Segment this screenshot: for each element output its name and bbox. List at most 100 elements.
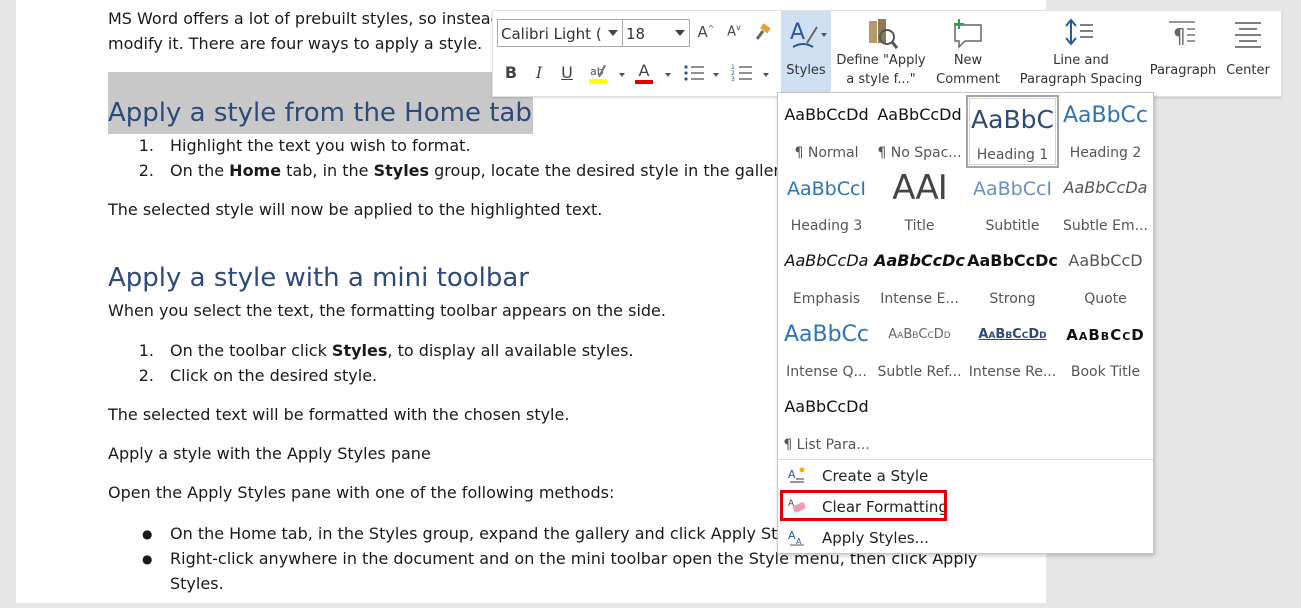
- font-name-value: Calibri Light (H: [501, 25, 601, 43]
- style-quote[interactable]: AaBbCcD Quote: [1059, 241, 1152, 314]
- list-number: 2.: [138, 161, 154, 180]
- style-name: Emphasis: [792, 291, 861, 307]
- paragraph-button[interactable]: ¶ Paragraph: [1149, 11, 1217, 95]
- style-subtitle[interactable]: AaBbCcI Subtitle: [966, 168, 1059, 241]
- style-name: Title: [904, 218, 935, 234]
- style-name: Heading 3: [790, 218, 863, 234]
- intro-line-1: MS Word offers a lot of prebuilt styles,…: [108, 9, 501, 28]
- line-spacing-icon: [1065, 18, 1093, 46]
- italic-button[interactable]: I: [531, 63, 547, 82]
- style-name: Subtle Em...: [1063, 218, 1148, 234]
- font-size-combo[interactable]: 18: [622, 19, 690, 47]
- center-label: Center: [1226, 63, 1270, 78]
- list-item-2: On the Home tab, in the Styles group, lo…: [170, 161, 817, 180]
- style-strong[interactable]: AaBbCcDc Strong: [966, 241, 1059, 314]
- paragraph-mini-toolbar: When you select the text, the formatting…: [108, 301, 666, 320]
- style-emphasis[interactable]: AaBbCcDa Emphasis: [780, 241, 873, 314]
- apply-styles-menu-item[interactable]: A A Apply Styles...: [780, 523, 1150, 551]
- define-style-button[interactable]: Define "Apply a style f...": [835, 11, 927, 95]
- numbering-icon[interactable]: 1 2 3: [731, 63, 753, 83]
- style-heading-1[interactable]: AaBbC Heading 1: [966, 95, 1059, 168]
- style-subtle-emphasis[interactable]: AaBbCcDa Subtle Em...: [1059, 168, 1152, 241]
- paragraph-formatted: The selected text will be formatted with…: [108, 405, 570, 424]
- style-heading-3[interactable]: AaBbCcI Heading 3: [780, 168, 873, 241]
- style-title[interactable]: AAI Title: [873, 168, 966, 241]
- underline-button[interactable]: U: [559, 63, 575, 82]
- style-subtle-reference[interactable]: AaBbCcDd Subtle Ref...: [873, 314, 966, 387]
- svg-text:A: A: [790, 20, 805, 45]
- style-intense-quote[interactable]: AaBbCc Intense Q...: [780, 314, 873, 387]
- create-style-icon: A: [788, 467, 805, 483]
- menu-divider: [778, 459, 1153, 460]
- style-name: Heading 1: [976, 147, 1049, 163]
- svg-text:A: A: [788, 468, 796, 481]
- bold-button[interactable]: B: [503, 63, 519, 82]
- chevron-down-icon[interactable]: [665, 73, 671, 77]
- bullets-icon[interactable]: [683, 63, 705, 83]
- chevron-down-icon: [675, 30, 685, 36]
- styles-gallery: AaBbCcDd ¶ Normal AaBbCcDd ¶ No Spac... …: [777, 92, 1154, 554]
- apply-styles-icon: A A: [788, 529, 804, 546]
- svg-text:¶: ¶: [1173, 24, 1186, 48]
- style-name: Strong: [989, 291, 1036, 307]
- list-item-1: Highlight the text you wish to format.: [170, 136, 471, 155]
- new-comment-label-1: New: [953, 53, 983, 68]
- style-normal[interactable]: AaBbCcDd ¶ Normal: [780, 95, 873, 168]
- create-style-menu-item[interactable]: A Create a Style: [780, 461, 1150, 489]
- list-number: 1.: [138, 341, 154, 360]
- bullet-item-1: On the Home tab, in the Styles group, ex…: [170, 524, 810, 543]
- chevron-down-icon[interactable]: [763, 73, 769, 77]
- new-comment-button[interactable]: New Comment: [929, 11, 1007, 95]
- style-name: Subtitle: [985, 218, 1040, 234]
- style-name: Intense E...: [880, 291, 959, 307]
- style-name: Book Title: [1070, 364, 1141, 380]
- grow-font-button[interactable]: A^: [697, 23, 715, 41]
- style-sample: AaBbCcDd: [784, 397, 869, 416]
- mini-toolbar: Calibri Light (H 18 A^ Av B I U ab A 1 2…: [492, 10, 1282, 97]
- new-comment-label-2: Comment: [936, 72, 1000, 87]
- styles-label: Styles: [786, 63, 826, 78]
- format-painter-icon[interactable]: [751, 23, 773, 43]
- chevron-down-icon[interactable]: [713, 73, 719, 77]
- style-sample: AaBbCcDd: [978, 327, 1047, 342]
- highlight-color-button[interactable]: ab: [587, 61, 609, 85]
- center-button[interactable]: Center: [1219, 11, 1277, 95]
- paragraph-label: Paragraph: [1149, 63, 1217, 78]
- bullet-icon: ●: [142, 527, 153, 541]
- define-icon: [869, 19, 899, 49]
- heading-mini-toolbar: Apply a style with a mini toolbar: [108, 263, 529, 293]
- heading-home-tab[interactable]: Apply a style from the Home tab: [108, 98, 532, 128]
- paragraph-icon: ¶: [1169, 21, 1195, 48]
- styles-button[interactable]: A Styles: [781, 11, 831, 95]
- style-sample: AaBbCcD: [1066, 326, 1145, 344]
- svg-text:3: 3: [731, 76, 735, 83]
- line-spacing-button[interactable]: Line and Paragraph Spacing: [1011, 11, 1151, 95]
- bullet-item-2-cont: Styles.: [170, 574, 224, 593]
- style-book-title[interactable]: AaBbCcD Book Title: [1059, 314, 1152, 387]
- style-sample: AaBbCc: [1062, 103, 1149, 128]
- style-sample: AaBbCcDc: [874, 251, 965, 270]
- style-list-paragraph[interactable]: AaBbCcDd ¶ List Para...: [780, 387, 873, 460]
- line-spacing-label-2: Paragraph Spacing: [1019, 72, 1143, 87]
- font-size-value: 18: [626, 25, 646, 43]
- shrink-font-button[interactable]: Av: [725, 23, 743, 39]
- list-number: 1.: [138, 136, 154, 155]
- style-no-spacing[interactable]: AaBbCcDd ¶ No Spac...: [873, 95, 966, 168]
- style-heading-2[interactable]: AaBbCc Heading 2: [1059, 95, 1152, 168]
- style-sample: AAI: [892, 168, 948, 208]
- font-color-swatch: [635, 80, 653, 84]
- style-intense-emphasis[interactable]: AaBbCcDc Intense E...: [873, 241, 966, 314]
- style-name: Subtle Ref...: [877, 364, 962, 380]
- bullet-icon: ●: [142, 552, 153, 566]
- font-color-button[interactable]: A: [633, 61, 655, 85]
- chevron-down-icon[interactable]: [619, 73, 625, 77]
- style-sample: AaBbCcI: [972, 178, 1053, 200]
- style-intense-reference[interactable]: AaBbCcDd Intense Re...: [966, 314, 1059, 387]
- font-name-combo[interactable]: Calibri Light (H: [497, 19, 623, 47]
- style-sample: AaBbC: [971, 105, 1054, 134]
- style-sample: AaBbCcD: [1068, 251, 1143, 270]
- style-name: ¶ Normal: [794, 145, 859, 161]
- highlighter-icon: ab: [589, 64, 607, 84]
- style-sample: AaBbCcDa: [784, 251, 869, 270]
- comment-icon: [954, 19, 982, 49]
